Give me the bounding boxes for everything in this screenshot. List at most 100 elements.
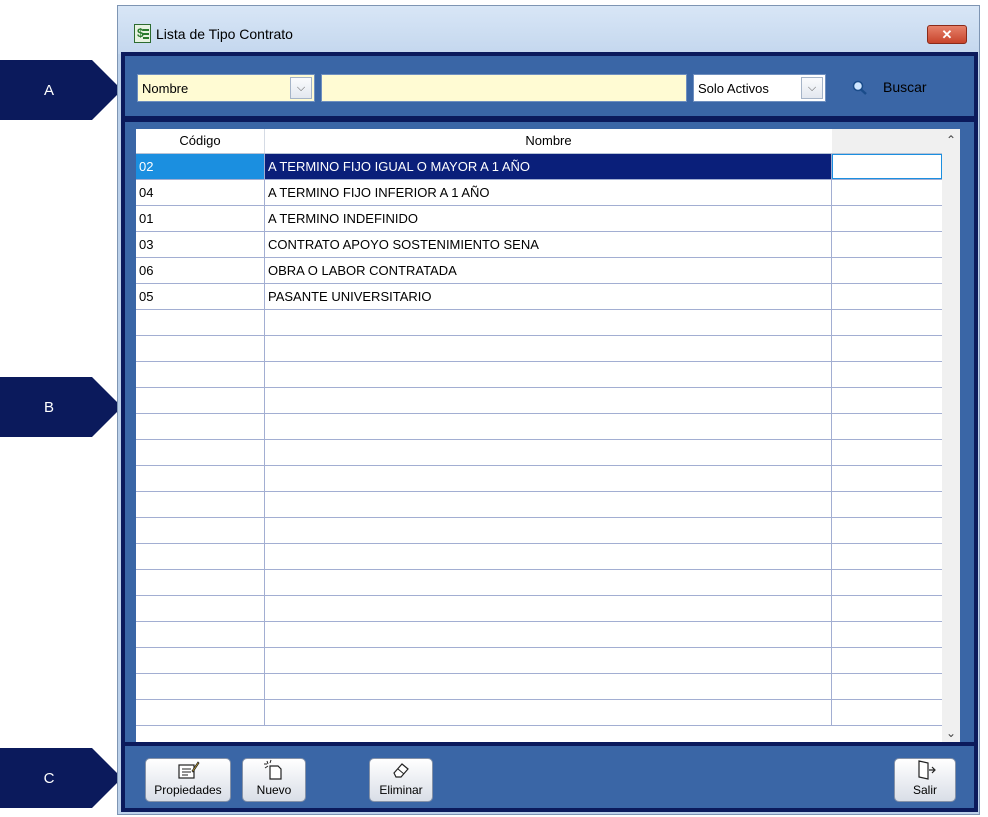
empty-table-row[interactable]	[136, 518, 942, 544]
empty-cell[interactable]	[832, 648, 942, 673]
column-header-nombre[interactable]: Nombre	[265, 129, 832, 153]
table-row[interactable]: 03 CONTRATO APOYO SOSTENIMIENTO SENA	[136, 232, 942, 258]
cell-extra[interactable]	[832, 258, 942, 283]
empty-cell[interactable]	[136, 544, 265, 569]
empty-table-row[interactable]	[136, 362, 942, 388]
empty-cell[interactable]	[265, 440, 832, 465]
column-header-codigo[interactable]: Código	[136, 129, 265, 153]
scroll-up-icon[interactable]: ⌃	[942, 131, 960, 149]
empty-table-row[interactable]	[136, 388, 942, 414]
empty-cell[interactable]	[136, 622, 265, 647]
empty-table-row[interactable]	[136, 674, 942, 700]
empty-cell[interactable]	[832, 362, 942, 387]
cell-extra[interactable]	[832, 284, 942, 309]
empty-cell[interactable]	[136, 674, 265, 699]
cell-nombre[interactable]: A TERMINO FIJO INFERIOR A 1 AÑO	[265, 180, 832, 205]
chevron-down-icon[interactable]: ⌵	[801, 77, 823, 99]
empty-cell[interactable]	[265, 492, 832, 517]
empty-cell[interactable]	[136, 388, 265, 413]
empty-cell[interactable]	[136, 440, 265, 465]
cell-codigo[interactable]: 06	[136, 258, 265, 283]
empty-cell[interactable]	[832, 388, 942, 413]
vertical-scrollbar[interactable]: ⌃ ⌄	[942, 129, 960, 744]
exit-button[interactable]: Salir	[894, 758, 956, 802]
empty-table-row[interactable]	[136, 622, 942, 648]
cell-nombre[interactable]: CONTRATO APOYO SOSTENIMIENTO SENA	[265, 232, 832, 257]
empty-cell[interactable]	[832, 310, 942, 335]
cell-nombre[interactable]: OBRA O LABOR CONTRATADA	[265, 258, 832, 283]
empty-cell[interactable]	[136, 336, 265, 361]
table-row[interactable]: 01 A TERMINO INDEFINIDO	[136, 206, 942, 232]
empty-table-row[interactable]	[136, 596, 942, 622]
cell-codigo[interactable]: 01	[136, 206, 265, 231]
cell-codigo[interactable]: 05	[136, 284, 265, 309]
empty-cell[interactable]	[265, 414, 832, 439]
cell-nombre[interactable]: A TERMINO FIJO IGUAL O MAYOR A 1 AÑO	[265, 154, 832, 179]
empty-cell[interactable]	[265, 310, 832, 335]
empty-table-row[interactable]	[136, 700, 942, 726]
empty-cell[interactable]	[136, 648, 265, 673]
empty-cell[interactable]	[136, 570, 265, 595]
empty-cell[interactable]	[265, 388, 832, 413]
empty-cell[interactable]	[832, 544, 942, 569]
empty-cell[interactable]	[136, 414, 265, 439]
cell-extra[interactable]	[832, 154, 942, 179]
empty-cell[interactable]	[265, 674, 832, 699]
empty-cell[interactable]	[832, 440, 942, 465]
table-row[interactable]: 06 OBRA O LABOR CONTRATADA	[136, 258, 942, 284]
cell-extra[interactable]	[832, 180, 942, 205]
empty-cell[interactable]	[136, 310, 265, 335]
empty-cell[interactable]	[265, 362, 832, 387]
empty-cell[interactable]	[832, 492, 942, 517]
empty-cell[interactable]	[832, 518, 942, 543]
cell-extra[interactable]	[832, 232, 942, 257]
table-row[interactable]: 04 A TERMINO FIJO INFERIOR A 1 AÑO	[136, 180, 942, 206]
empty-cell[interactable]	[136, 362, 265, 387]
empty-cell[interactable]	[265, 648, 832, 673]
empty-table-row[interactable]	[136, 544, 942, 570]
search-field-select[interactable]: Nombre ⌵	[137, 74, 315, 102]
empty-cell[interactable]	[832, 466, 942, 491]
empty-cell[interactable]	[832, 414, 942, 439]
properties-button[interactable]: Propiedades	[145, 758, 231, 802]
empty-cell[interactable]	[265, 570, 832, 595]
empty-cell[interactable]	[136, 596, 265, 621]
empty-cell[interactable]	[832, 336, 942, 361]
empty-cell[interactable]	[832, 596, 942, 621]
delete-button[interactable]: Eliminar	[369, 758, 433, 802]
empty-cell[interactable]	[832, 570, 942, 595]
table-row[interactable]: 02 A TERMINO FIJO IGUAL O MAYOR A 1 AÑO	[136, 154, 942, 180]
cell-codigo[interactable]: 03	[136, 232, 265, 257]
empty-table-row[interactable]	[136, 336, 942, 362]
empty-table-row[interactable]	[136, 414, 942, 440]
empty-cell[interactable]	[265, 466, 832, 491]
cell-extra[interactable]	[832, 206, 942, 231]
status-filter-select[interactable]: Solo Activos ⌵	[693, 74, 826, 102]
cell-nombre[interactable]: A TERMINO INDEFINIDO	[265, 206, 832, 231]
empty-table-row[interactable]	[136, 310, 942, 336]
empty-cell[interactable]	[265, 700, 832, 725]
empty-cell[interactable]	[265, 518, 832, 543]
search-input[interactable]	[321, 74, 687, 102]
empty-cell[interactable]	[265, 622, 832, 647]
new-button[interactable]: Nuevo	[242, 758, 306, 802]
empty-cell[interactable]	[136, 466, 265, 491]
cell-codigo[interactable]: 04	[136, 180, 265, 205]
empty-cell[interactable]	[832, 674, 942, 699]
empty-table-row[interactable]	[136, 648, 942, 674]
empty-cell[interactable]	[265, 596, 832, 621]
close-button[interactable]: ✕	[927, 25, 967, 44]
table-row[interactable]: 05 PASANTE UNIVERSITARIO	[136, 284, 942, 310]
empty-table-row[interactable]	[136, 466, 942, 492]
empty-cell[interactable]	[265, 544, 832, 569]
cell-codigo[interactable]: 02	[136, 154, 265, 179]
search-button[interactable]: Buscar	[837, 72, 957, 102]
empty-cell[interactable]	[832, 622, 942, 647]
empty-cell[interactable]	[265, 336, 832, 361]
empty-cell[interactable]	[136, 700, 265, 725]
empty-cell[interactable]	[832, 700, 942, 725]
empty-table-row[interactable]	[136, 440, 942, 466]
scroll-down-icon[interactable]: ⌄	[942, 724, 960, 742]
cell-nombre[interactable]: PASANTE UNIVERSITARIO	[265, 284, 832, 309]
chevron-down-icon[interactable]: ⌵	[290, 77, 312, 99]
